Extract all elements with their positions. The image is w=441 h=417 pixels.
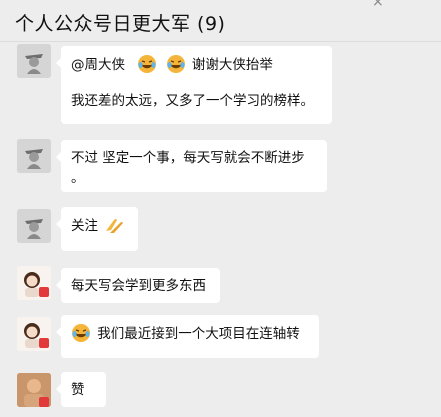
message-text: 关注: [71, 218, 98, 234]
old-man-icon: [17, 139, 51, 173]
avatar[interactable]: [17, 266, 51, 300]
message-text: 谢谢大侠抬举: [191, 57, 273, 73]
avatar[interactable]: [17, 317, 51, 351]
chat-header: 个人公众号日更大军 (9) ×: [0, 0, 441, 42]
doll-avatar-icon: [17, 317, 51, 351]
message-text: 。: [71, 170, 85, 186]
message-bubble[interactable]: 关注: [56, 207, 138, 251]
clapping-hands-emoji-icon: [106, 219, 124, 233]
person-photo-icon: [17, 373, 51, 407]
avatar[interactable]: [17, 209, 51, 243]
message-text: 赞: [71, 382, 85, 398]
message-bubble[interactable]: 赞: [56, 372, 106, 407]
avatar[interactable]: [17, 139, 51, 173]
message-line: @周大侠 谢谢大侠抬举: [71, 54, 322, 75]
avatar[interactable]: [17, 373, 51, 407]
message-text: 我还差的太远，又多了一个学习的榜样。: [71, 93, 314, 109]
message-bubble[interactable]: 每天写会学到更多东西: [56, 268, 220, 303]
chat-area[interactable]: @周大侠 谢谢大侠抬举 我还差的太远，又多了一个学习的榜样。 不过 坚定一个事，…: [0, 42, 441, 417]
message-bubble[interactable]: @周大侠 谢谢大侠抬举 我还差的太远，又多了一个学习的榜样。: [56, 46, 332, 124]
chat-title: 个人公众号日更大军 (9): [15, 13, 226, 35]
message-bubble[interactable]: 不过 坚定一个事，每天写就会不断进步 。: [56, 140, 327, 192]
laugh-cry-emoji-icon: [166, 55, 185, 73]
message-text: 不过 坚定一个事，每天写就会不断进步: [71, 150, 305, 166]
close-icon[interactable]: ×: [372, 0, 384, 10]
doll-avatar-icon: [17, 266, 51, 300]
laugh-cry-emoji-icon: [138, 55, 157, 73]
old-man-icon: [17, 44, 51, 78]
avatar[interactable]: [17, 44, 51, 78]
message-bubble[interactable]: 我们最近接到一个大项目在连轴转: [56, 315, 319, 358]
laugh-cry-emoji-icon: [72, 324, 90, 342]
mention[interactable]: @周大侠: [71, 57, 125, 73]
message-text: 我们最近接到一个大项目在连轴转: [97, 326, 300, 342]
message-text: 每天写会学到更多东西: [71, 278, 206, 294]
old-man-icon: [17, 209, 51, 243]
